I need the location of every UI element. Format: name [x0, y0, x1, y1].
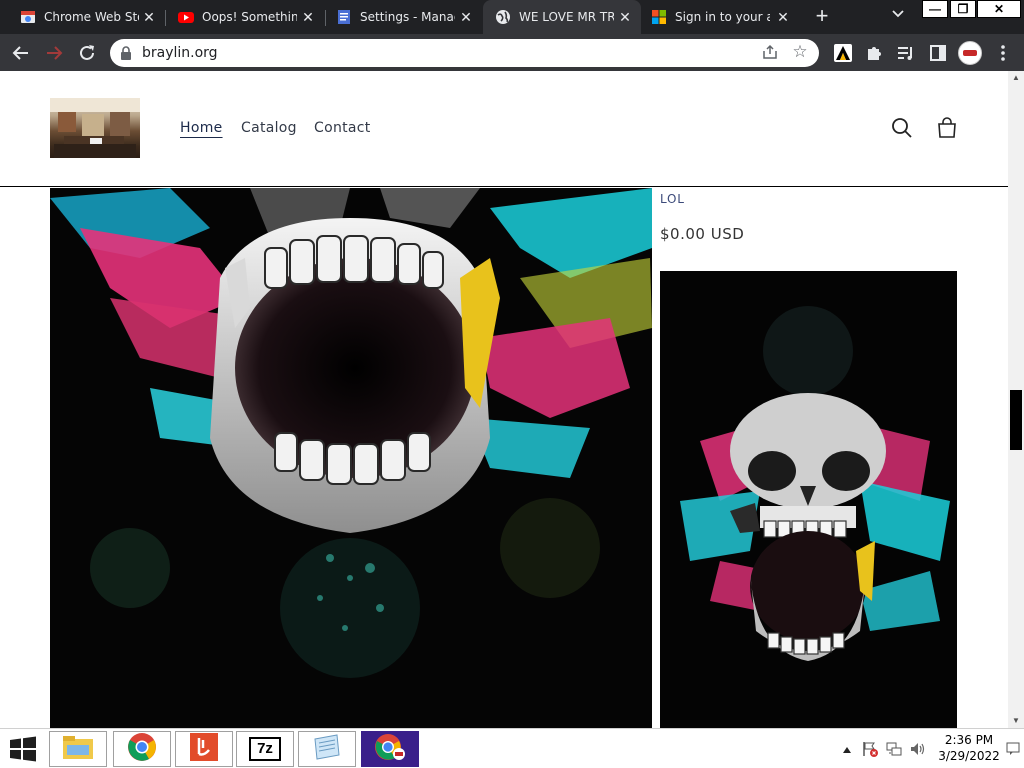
windows-start-icon[interactable]	[8, 735, 38, 763]
taskbar-adobe-reader[interactable]	[175, 731, 233, 767]
tab-close-button[interactable]: ✕	[617, 9, 633, 25]
nav-contact[interactable]: Contact	[314, 120, 371, 136]
tab-title: WE LOVE MR TRA	[519, 10, 614, 24]
notepad-icon	[311, 733, 343, 766]
product-thumbnail-image[interactable]	[660, 271, 957, 728]
nav-home[interactable]: Home	[180, 120, 223, 136]
tab-we-love-mr-tra[interactable]: WE LOVE MR TRA ✕	[483, 0, 641, 34]
product-price: $0.00 USD	[660, 225, 745, 243]
settings-doc-icon	[336, 9, 352, 25]
chrome-icon	[127, 732, 157, 767]
volume-icon[interactable]	[909, 740, 927, 758]
browser-toolbar: braylin.org ☆	[0, 34, 1024, 71]
forward-arrow-icon[interactable]	[43, 42, 65, 64]
page-scrollbar[interactable]: ▲ ▼	[1008, 71, 1024, 728]
tab-microsoft-sign-in[interactable]: Sign in to your ac ✕	[641, 0, 799, 34]
tab-youtube[interactable]: Oops! Something ✕	[166, 0, 324, 34]
product-vendor[interactable]: LOL	[660, 192, 685, 206]
scroll-down-arrow-icon[interactable]: ▼	[1008, 714, 1024, 728]
lock-icon[interactable]	[120, 46, 132, 60]
file-explorer-icon	[61, 733, 95, 766]
taskbar-chrome-active[interactable]	[361, 731, 419, 767]
tab-title: Oops! Something	[202, 10, 297, 24]
site-header: Home Catalog Contact	[0, 71, 1008, 187]
reload-icon[interactable]	[76, 42, 98, 64]
new-tab-button[interactable]: +	[810, 5, 834, 29]
youtube-icon	[178, 9, 194, 25]
tab-chrome-web-store[interactable]: Chrome Web Store ✕	[0, 0, 165, 34]
web-page: Home Catalog Contact LOL $0.00 USD	[0, 71, 1008, 728]
taskbar-file-explorer[interactable]	[49, 731, 107, 767]
address-bar[interactable]: braylin.org ☆	[110, 39, 819, 67]
taskbar-notepad[interactable]	[298, 731, 356, 767]
tab-close-button[interactable]: ✕	[458, 9, 474, 25]
system-clock[interactable]: 2:36 PM 3/29/2022	[930, 732, 1008, 764]
product-main-image[interactable]	[50, 188, 652, 728]
chrome-web-store-icon	[20, 9, 36, 25]
store-logo[interactable]	[50, 98, 140, 158]
scroll-thumb[interactable]	[1010, 390, 1022, 450]
tab-settings[interactable]: Settings - Manage ✕	[326, 0, 482, 34]
bookmark-star-icon[interactable]: ☆	[791, 42, 809, 61]
tab-search-chevron-icon[interactable]	[888, 8, 908, 26]
adobe-reader-icon	[189, 732, 219, 767]
tab-title: Chrome Web Store	[44, 10, 139, 24]
tray-expand-arrow-icon[interactable]	[838, 740, 856, 758]
tab-close-button[interactable]: ✕	[775, 9, 791, 25]
scroll-up-arrow-icon[interactable]: ▲	[1008, 71, 1024, 85]
close-window-button[interactable]: ✕	[977, 0, 1021, 18]
clock-time: 2:36 PM	[944, 733, 994, 747]
tab-strip: Chrome Web Store ✕ Oops! Something ✕ Set…	[0, 0, 1024, 34]
tab-close-button[interactable]: ✕	[300, 9, 316, 25]
minimize-button[interactable]: —	[922, 0, 948, 18]
action-center-flag-icon[interactable]	[861, 740, 879, 758]
media-controls-icon[interactable]	[896, 43, 916, 63]
cart-icon[interactable]	[935, 116, 959, 140]
network-icon[interactable]	[885, 740, 903, 758]
search-icon[interactable]	[890, 116, 914, 140]
microsoft-icon	[651, 9, 667, 25]
taskbar-7zip[interactable]: 7z	[236, 731, 294, 767]
tab-close-button[interactable]: ✕	[141, 9, 157, 25]
side-panel-icon[interactable]	[928, 43, 948, 63]
chrome-profile-icon	[374, 732, 406, 767]
extensions-puzzle-icon[interactable]	[864, 43, 884, 63]
restore-button[interactable]: ❐	[950, 0, 976, 18]
share-icon[interactable]	[761, 44, 779, 62]
notification-icon[interactable]	[1004, 740, 1022, 758]
profile-avatar[interactable]	[958, 41, 982, 65]
extension-a-icon[interactable]	[833, 43, 853, 63]
clock-date: 3/29/2022	[938, 749, 1000, 763]
back-arrow-icon[interactable]	[10, 42, 32, 64]
globe-icon	[495, 9, 511, 25]
7zip-icon: 7z	[249, 737, 281, 761]
tab-title: Sign in to your ac	[675, 10, 770, 24]
taskbar-chrome[interactable]	[113, 731, 171, 767]
windows-taskbar: 7z 2:36 PM 3/29/2022	[0, 728, 1024, 768]
nav-catalog[interactable]: Catalog	[241, 120, 297, 136]
menu-kebab-icon[interactable]	[993, 43, 1013, 63]
url-text[interactable]: braylin.org	[142, 45, 218, 61]
tab-title: Settings - Manage	[360, 10, 455, 24]
